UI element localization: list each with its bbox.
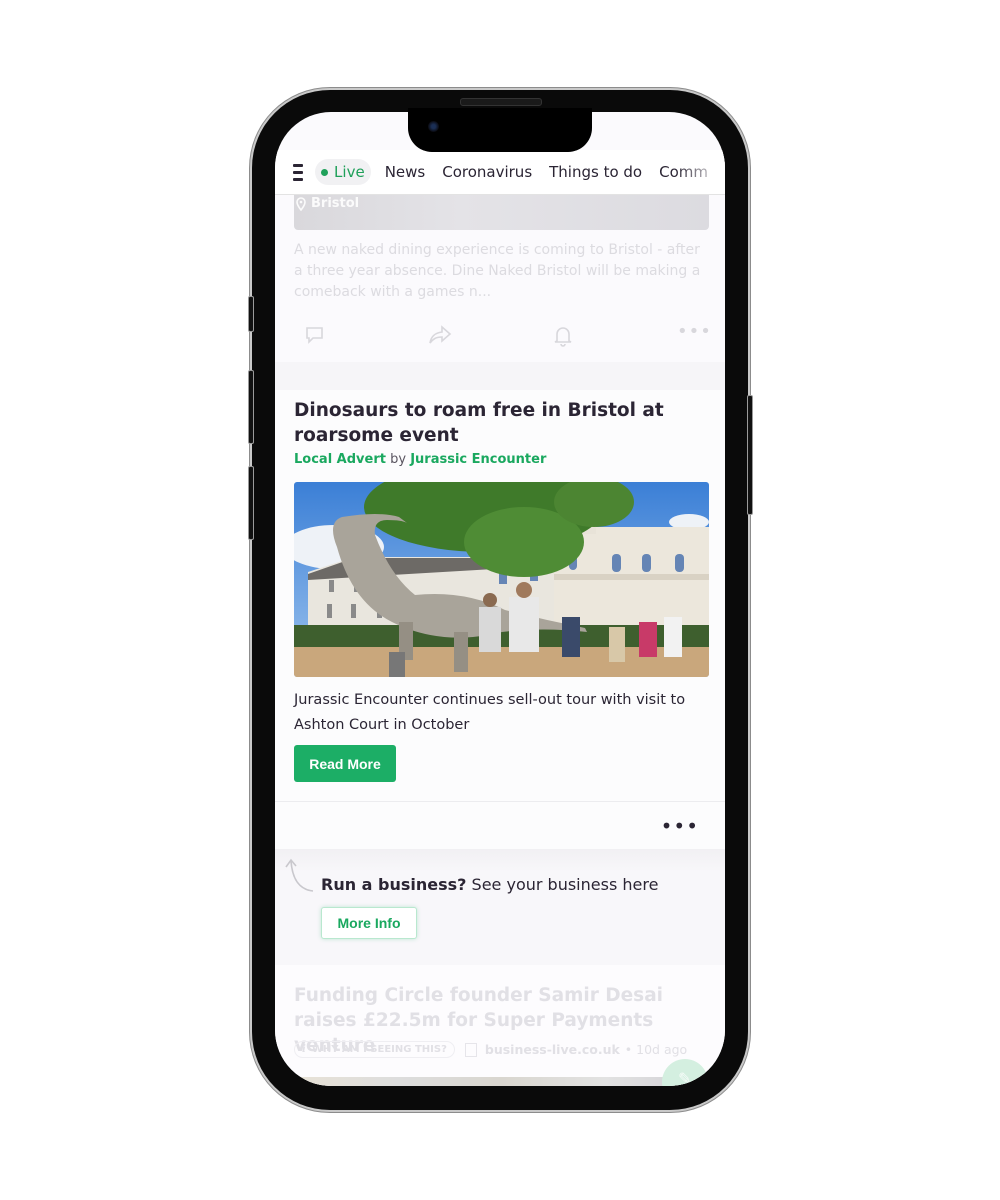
more-options-icon[interactable]: •••: [661, 814, 699, 838]
advert-label: Local Advert: [294, 452, 386, 467]
next-article-card: Funding Circle founder Samir Desai raise…: [275, 965, 725, 1086]
source-name[interactable]: business-live.co.uk: [485, 1042, 620, 1057]
edit-icon: ✎: [678, 1069, 692, 1086]
byline-by: by: [390, 452, 407, 467]
volume-down-button: [248, 466, 254, 540]
advert-image[interactable]: [294, 482, 709, 677]
previous-article-summary[interactable]: A new naked dining experience is coming …: [294, 240, 709, 303]
speaker-grille: [460, 98, 542, 106]
promo-text: Run a business? See your business here: [321, 875, 658, 894]
more-options-icon[interactable]: •••: [677, 321, 712, 342]
info-icon: i: [302, 1044, 306, 1055]
nav-item-things-to-do[interactable]: Things to do: [549, 163, 642, 181]
nav-item-news[interactable]: News: [385, 163, 426, 181]
advert-title[interactable]: Dinosaurs to roam free in Bristol at roa…: [294, 398, 704, 448]
source-favicon-icon: [464, 1042, 477, 1057]
nav-item-coronavirus[interactable]: Coronavirus: [442, 163, 532, 181]
screen: Live News Coronavirus Things to do Comm …: [275, 112, 725, 1086]
business-promo: Run a business? See your business here M…: [275, 849, 725, 965]
bell-icon[interactable]: [553, 325, 573, 352]
power-button: [747, 395, 753, 515]
previous-article-actions: •••: [275, 317, 725, 357]
nav-live-label: Live: [334, 163, 365, 181]
live-dot-icon: [321, 168, 329, 176]
front-camera: [428, 121, 439, 132]
next-article-image[interactable]: [294, 1077, 709, 1086]
promo-bold: Run a business?: [321, 875, 467, 894]
local-advert-card: Dinosaurs to roam free in Bristol at roa…: [275, 390, 725, 801]
location-label: Bristol: [311, 196, 360, 211]
advertiser-link[interactable]: Jurassic Encounter: [410, 452, 546, 467]
advert-byline: Local Advert by Jurassic Encounter: [294, 452, 546, 467]
location-pin-icon: [296, 196, 306, 211]
article-age: • 10d ago: [624, 1042, 688, 1057]
nav-live[interactable]: Live: [315, 159, 371, 185]
next-article-meta: i WHY AM I SEEING THIS? business-live.co.…: [294, 1041, 687, 1058]
share-icon[interactable]: [428, 325, 452, 350]
menu-icon[interactable]: [293, 163, 304, 181]
card-separator: [275, 362, 725, 390]
location-tag: Bristol: [295, 196, 359, 211]
mute-switch: [248, 296, 254, 332]
nav-fade: [675, 150, 725, 194]
why-seeing-this-label: WHY AM I SEEING THIS?: [311, 1044, 447, 1055]
advert-footer: •••: [275, 801, 725, 850]
dinosaur-photo: [294, 482, 709, 677]
comment-icon[interactable]: [305, 325, 325, 350]
curved-arrow-icon: [285, 858, 314, 892]
advert-description: Jurassic Encounter continues sell-out to…: [294, 692, 686, 733]
more-info-button[interactable]: More Info: [321, 907, 417, 939]
why-seeing-this-button[interactable]: i WHY AM I SEEING THIS?: [294, 1041, 455, 1058]
volume-up-button: [248, 370, 254, 444]
top-nav: Live News Coronavirus Things to do Comm: [275, 150, 725, 195]
read-more-button[interactable]: Read More: [294, 745, 396, 782]
promo-rest: See your business here: [466, 875, 659, 894]
